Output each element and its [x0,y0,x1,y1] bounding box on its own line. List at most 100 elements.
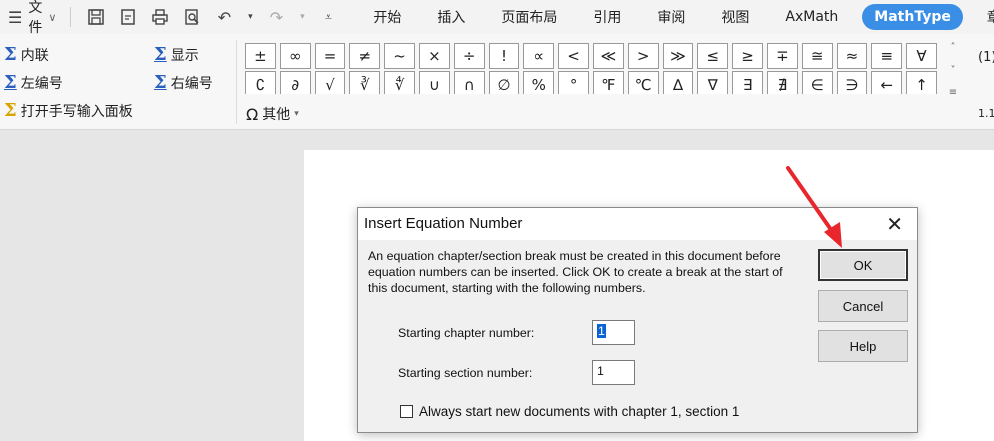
export-pdf-icon[interactable] [117,6,139,28]
file-menu-label: 文件 [28,0,43,36]
tab-insert[interactable]: 插入 [419,0,483,34]
symbol-button[interactable]: ∂ [279,71,311,94]
symbol-button[interactable]: ∆ [662,71,694,94]
right-number-label: 右编号 [170,75,213,92]
tab-review[interactable]: 审阅 [639,0,703,34]
symbol-button[interactable]: ∄ [766,71,798,94]
always-start-label: Always start new documents with chapter … [419,404,740,419]
tab-sections[interactable]: 章节 [969,0,994,34]
cancel-button[interactable]: Cancel [818,290,908,322]
close-icon[interactable]: ✕ [886,212,903,237]
symbol-button[interactable]: ∋ [836,71,868,94]
symbol-button[interactable]: ∛ [349,71,381,94]
help-button[interactable]: Help [818,330,908,362]
symbol-button[interactable]: ≤ [697,43,729,69]
ribbon-tabs: 开始 插入 页面布局 引用 审阅 视图 AxMath MathType 章节 [355,0,994,34]
tab-axmath[interactable]: AxMath [767,0,856,34]
menu-bar: ☰ 文件 ∨ ↶ ▾ ↷ ▾ ⩡ 开始 插入 页面布局 引用 审阅 视图 AxM… [0,0,994,37]
symbol-button[interactable]: √ [314,71,346,94]
print-preview-icon[interactable] [181,6,203,28]
symbol-button[interactable]: ∀ [906,43,937,69]
mathtype-ribbon: Σ 内联 Σ 显示 Σ 左编号 Σ 右编号 Σ 打开手写输入面板 ± ∞ = ≠ ~ × ÷… [0,34,994,130]
handwriting-panel-button[interactable]: Σ 打开手写输入面板 [4,100,133,121]
redo-dropdown-icon[interactable]: ▾ [297,6,307,28]
section-number-format[interactable]: 1.1 [978,100,994,128]
tab-mathtype[interactable]: MathType [862,4,963,30]
dialog-message: An equation chapter/section break must b… [368,249,783,295]
file-menu[interactable]: ☰ 文件 ∨ [0,0,56,37]
symbol-button[interactable]: ∪ [418,71,450,94]
symbol-button[interactable]: ÷ [453,43,485,69]
tab-page-layout[interactable]: 页面布局 [483,0,575,34]
symbol-button[interactable]: ∝ [523,43,555,69]
palette-scroll[interactable]: ˄ ˅ ≡ [942,42,964,98]
sigma-underline-icon: Σ [154,44,167,65]
symbol-button[interactable]: ≪ [592,43,624,69]
symbol-button[interactable]: % [523,71,555,94]
symbol-button[interactable]: ≅ [801,43,833,69]
expand-palette-icon[interactable]: ≡ [949,87,957,98]
save-icon[interactable] [85,6,107,28]
display-equation-button[interactable]: Σ 显示 [154,44,199,65]
symbol-button[interactable]: ∈ [801,71,833,94]
symbol-button[interactable]: ∩ [453,71,485,94]
chapter-number-format[interactable]: (1) [978,44,994,72]
symbol-button[interactable]: ° [558,71,589,94]
symbol-button[interactable]: ~ [384,43,415,69]
tab-home[interactable]: 开始 [355,0,419,34]
checkbox-box[interactable] [400,405,413,418]
symbol-button[interactable]: ∞ [279,43,311,69]
symbol-button[interactable]: ∅ [488,71,520,94]
section-number-label: Starting section number: [398,366,533,380]
symbol-button[interactable]: ← [871,71,903,94]
redo-icon[interactable]: ↷ [265,6,287,28]
symbol-button[interactable]: ≈ [836,43,868,69]
section-number-value: 1 [597,364,604,378]
display-label: 显示 [170,47,199,64]
tab-view[interactable]: 视图 [703,0,767,34]
section-number-input[interactable]: 1 [592,360,635,385]
symbol-button[interactable]: = [314,43,346,69]
symbol-button[interactable]: > [627,43,659,69]
handwriting-label: 打开手写输入面板 [20,103,133,120]
symbol-button[interactable]: ≫ [662,43,694,69]
symbol-button[interactable]: × [418,43,450,69]
tab-references[interactable]: 引用 [575,0,639,34]
always-start-checkbox[interactable]: Always start new documents with chapter … [400,404,739,419]
chapter-number-input[interactable]: 1 [592,320,635,345]
symbol-button[interactable]: ≠ [349,43,381,69]
quick-access-toolbar: ↶ ▾ ↷ ▾ ⩡ [56,0,339,34]
symbol-button[interactable]: ≥ [732,43,763,69]
pen-sigma-icon: Σ [4,100,17,121]
numbering-format-labels: (1) 1.1 [978,44,994,128]
inline-equation-button[interactable]: Σ 内联 [4,44,49,65]
dialog-title: Insert Equation Number [364,215,523,232]
customize-toolbar-icon[interactable]: ⩡ [317,6,339,28]
chapter-number-value: 1 [597,324,606,338]
symbol-button[interactable]: ∓ [766,43,798,69]
symbol-button[interactable]: ± [245,43,276,69]
symbol-button[interactable]: ∇ [697,71,729,94]
symbol-button[interactable]: ↑ [906,71,937,94]
symbol-button[interactable]: ℃ [627,71,659,94]
undo-icon[interactable]: ↶ [213,6,235,28]
symbol-button[interactable]: < [558,43,589,69]
symbol-button[interactable]: ∜ [384,71,415,94]
symbol-button[interactable]: ℉ [592,71,624,94]
symbol-button[interactable]: ∃ [732,71,763,94]
other-symbols-button[interactable]: Ω 其他 ▾ [246,104,299,124]
right-number-sigma-icon: Σ [154,72,167,93]
right-numbered-button[interactable]: Σ 右编号 [154,72,213,93]
left-numbered-button[interactable]: Σ 左编号 [4,72,63,93]
dropdown-caret-icon: ▾ [294,109,299,119]
undo-dropdown-icon[interactable]: ▾ [245,6,255,28]
print-icon[interactable] [149,6,171,28]
scroll-up-icon[interactable]: ˄ [951,42,956,53]
scroll-down-icon[interactable]: ˅ [951,65,956,76]
left-number-sigma-icon: Σ [4,72,17,93]
divider [70,7,72,27]
symbol-button[interactable]: ! [488,43,520,69]
chapter-number-label: Starting chapter number: [398,326,535,340]
symbol-button[interactable]: ∁ [245,71,276,94]
symbol-button[interactable]: ≡ [871,43,903,69]
